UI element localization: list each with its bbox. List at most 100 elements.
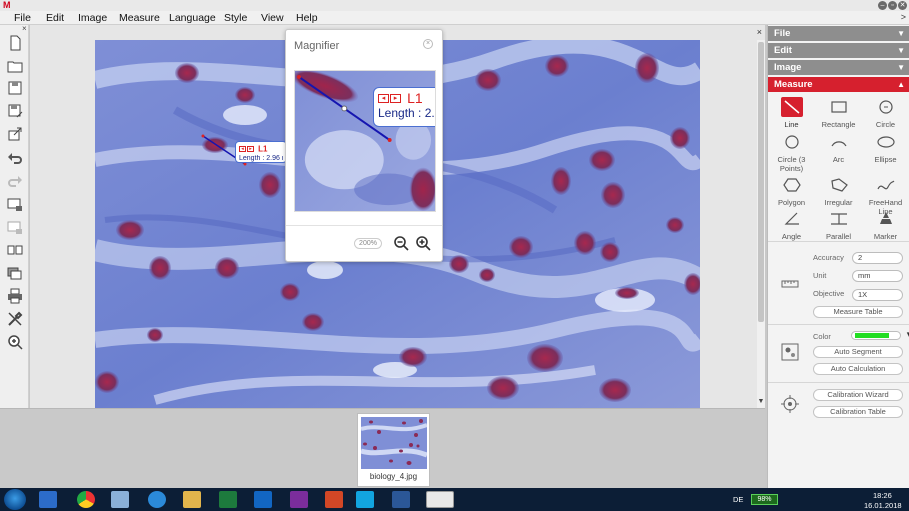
calibration-wizard-button[interactable]: Calibration Wizard xyxy=(813,389,903,401)
menu-view[interactable]: View xyxy=(261,11,284,25)
accuracy-label: Accuracy xyxy=(813,253,844,262)
new-document-button[interactable] xyxy=(5,34,24,51)
measure-tool-ellipse[interactable]: Ellipse xyxy=(862,131,909,173)
clock-time[interactable]: 18:26 xyxy=(873,491,892,500)
gallery-icon xyxy=(7,267,21,279)
parallel-icon xyxy=(830,213,847,225)
menu-measure[interactable]: Measure xyxy=(119,11,160,25)
minimize-button[interactable]: – xyxy=(878,1,887,10)
calibration-table-button[interactable]: Calibration Table xyxy=(813,406,903,418)
panel-divider xyxy=(768,382,909,383)
thumbnail-strip: biology_4.jpg xyxy=(0,408,765,488)
export-button[interactable] xyxy=(5,125,24,142)
menu-style[interactable]: Style xyxy=(224,11,247,25)
label-nav-left-icon[interactable]: ◂ xyxy=(239,146,246,153)
magnifier-dialog: Magnifier × ◂ ▸ L1 Length: 2. 200% xyxy=(285,29,443,262)
menu-file[interactable]: File xyxy=(14,11,31,25)
start-icon[interactable] xyxy=(4,489,26,510)
menu-edit[interactable]: Edit xyxy=(46,11,64,25)
measure-table-button[interactable]: Measure Table xyxy=(813,306,903,318)
measurement-label-l1[interactable]: ◂ ▸ L1 Length : 2.96 m xyxy=(235,141,287,163)
capture-image-button[interactable] xyxy=(5,195,24,212)
open-folder-icon xyxy=(7,61,22,72)
auto-calculation-button[interactable]: Auto Calculation xyxy=(813,363,903,375)
compare-button[interactable] xyxy=(5,241,24,258)
chrome-icon[interactable] xyxy=(77,491,95,508)
save-as-icon xyxy=(8,104,22,117)
canvas-vertical-scrollbar[interactable]: ▼ xyxy=(757,40,765,408)
internet-explorer-icon[interactable] xyxy=(148,491,166,508)
input-language[interactable]: DE xyxy=(733,495,743,504)
redo-button[interactable] xyxy=(5,172,24,189)
menu-bar: File Edit Image Measure Language Style V… xyxy=(0,11,909,25)
open-folder-button[interactable] xyxy=(5,57,24,74)
save-button[interactable] xyxy=(5,79,24,96)
circle-3-points-icon xyxy=(784,135,799,149)
menu-language[interactable]: Language xyxy=(169,11,216,25)
onenote-icon[interactable] xyxy=(290,491,308,508)
windows-taskbar: DE 98% 18:26 16.01.2018 xyxy=(0,488,909,511)
accuracy-value: 2 xyxy=(858,253,863,262)
menu-overflow-arrow[interactable]: > xyxy=(901,12,906,22)
undo-button[interactable] xyxy=(5,149,24,166)
scrollbar-thumb[interactable] xyxy=(758,42,764,322)
excel-icon[interactable] xyxy=(219,491,237,508)
panel-section-file[interactable]: File ▼ xyxy=(768,26,909,41)
zoom-out-icon[interactable] xyxy=(393,235,409,251)
zoom-button[interactable] xyxy=(5,333,24,350)
settings-button[interactable] xyxy=(5,310,24,327)
unit-value: mm xyxy=(858,271,871,280)
print-button[interactable] xyxy=(5,287,24,304)
panel-section-measure[interactable]: Measure ▲ xyxy=(768,77,909,92)
magnifier-title: Magnifier xyxy=(294,40,340,52)
thumbnail-item[interactable]: biology_4.jpg xyxy=(357,413,430,487)
measure-tool-label: Arc xyxy=(832,155,845,164)
measure-tool-arc[interactable]: Arc xyxy=(815,131,862,173)
unit-select[interactable]: mm ▼ xyxy=(852,270,909,282)
panel-section-edit[interactable]: Edit ▼ xyxy=(768,43,909,58)
media-player-icon[interactable] xyxy=(39,491,57,508)
title-bar: M – ▫ ✕ xyxy=(0,0,909,11)
toolbar-close-button[interactable]: × xyxy=(22,24,27,33)
file-explorer-icon[interactable] xyxy=(183,491,201,508)
outlook-icon[interactable] xyxy=(254,491,272,508)
measure-tool-angle[interactable]: Angle xyxy=(768,208,815,250)
panel-section-image[interactable]: Image ▼ xyxy=(768,60,909,75)
auto-segment-button[interactable]: Auto Segment xyxy=(813,346,903,358)
gallery-button[interactable] xyxy=(5,264,24,281)
rectangle-icon xyxy=(830,101,847,113)
canvas-close-button[interactable]: × xyxy=(757,27,762,37)
measure-tool-circle-3-points[interactable]: Circle (3 Points) xyxy=(768,131,815,173)
objective-select[interactable]: 1X ▼ xyxy=(852,289,909,301)
panel-section-image-label: Image xyxy=(774,62,802,73)
measurement-name: L1 xyxy=(258,144,268,154)
measure-tool-marker[interactable]: Marker xyxy=(862,208,909,250)
close-window-button[interactable]: ✕ xyxy=(898,1,907,10)
paint-icon[interactable] xyxy=(111,491,129,508)
label-nav-right-icon[interactable]: ▸ xyxy=(247,146,254,153)
measure-tool-label: Rectangle xyxy=(821,120,856,129)
accuracy-select[interactable]: 2 ▼ xyxy=(852,252,909,264)
save-as-button[interactable] xyxy=(5,102,24,119)
clock-date[interactable]: 16.01.2018 xyxy=(864,501,902,510)
powerpoint-icon[interactable] xyxy=(325,491,343,508)
restore-button[interactable]: ▫ xyxy=(888,1,897,10)
line-icon xyxy=(780,97,803,117)
menu-image[interactable]: Image xyxy=(78,11,107,25)
panel-section-file-label: File xyxy=(774,28,791,39)
batch-capture-button[interactable] xyxy=(5,218,24,235)
skype-icon[interactable] xyxy=(356,491,374,508)
freehand-line-icon xyxy=(876,180,894,190)
menu-help[interactable]: Help xyxy=(296,11,318,25)
measure-tool-parallel[interactable]: Parallel xyxy=(815,208,862,250)
magnifier-close-button[interactable]: × xyxy=(423,39,433,49)
color-picker[interactable]: ▼ xyxy=(851,330,909,340)
measurement-app-icon[interactable] xyxy=(426,491,454,508)
battery-indicator[interactable]: 98% xyxy=(751,494,778,505)
word-icon[interactable] xyxy=(392,491,410,508)
magnifier-label-name: L1 xyxy=(407,90,423,106)
zoom-icon xyxy=(7,334,23,350)
scroll-down-arrow-icon[interactable]: ▼ xyxy=(757,398,765,408)
arc-icon xyxy=(830,141,847,147)
zoom-in-icon[interactable] xyxy=(415,235,431,251)
